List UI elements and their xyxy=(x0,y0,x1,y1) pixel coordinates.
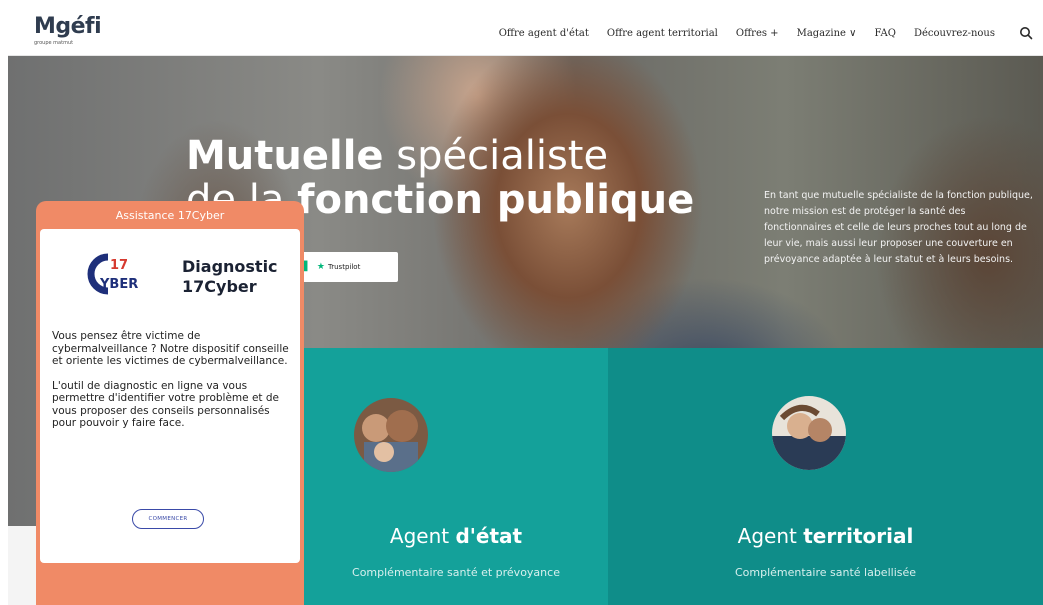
nav-faq[interactable]: FAQ xyxy=(874,28,896,39)
logo-tagline: groupe matmut xyxy=(34,40,74,46)
trustpilot-label: Trustpilot xyxy=(328,263,361,271)
nav-offres[interactable]: Offres + xyxy=(736,28,779,39)
card-agent-etat-subtitle: Complémentaire santé et prévoyance xyxy=(352,566,560,579)
trustpilot-widget[interactable]: ▌ ★ Trustpilot xyxy=(296,252,398,282)
card-agent-etat-title-light: Agent xyxy=(389,524,456,548)
popup-body: 17 YBER Diagnostic 17Cyber Vous pensez ê… xyxy=(40,229,300,563)
hero-title-bold-2: fonction publique xyxy=(297,177,695,223)
card-agent-etat[interactable]: Agent d'état Complémentaire santé et pré… xyxy=(304,348,608,605)
popup-text: Vous pensez être victime de cybermalveil… xyxy=(52,330,292,442)
agent-etat-photo xyxy=(354,398,428,472)
popup-header: Assistance 17Cyber xyxy=(115,209,225,222)
svg-text:YBER: YBER xyxy=(99,277,138,292)
popup-title: Diagnostic 17Cyber xyxy=(182,257,278,296)
hero-title-light-1: spécialiste xyxy=(383,133,609,179)
commencer-button[interactable]: COMMENCER xyxy=(132,509,204,529)
trustpilot-rating-icon: ▌ xyxy=(304,262,311,272)
logo-text: Mgéfi xyxy=(34,14,102,39)
nav-offre-agent-etat[interactable]: Offre agent d'état xyxy=(499,28,589,39)
nav-offre-agent-territorial[interactable]: Offre agent territorial xyxy=(607,28,718,39)
cyber-assistance-popup: Assistance 17Cyber 17 YBER Diagnostic 17… xyxy=(36,201,304,605)
hero-title-bold-1: Mutuelle xyxy=(186,133,384,179)
trustpilot-star-icon: ★ xyxy=(316,262,325,272)
agent-territorial-photo xyxy=(772,396,846,470)
site-header: Mgéfi groupe matmut Offre agent d'état O… xyxy=(8,10,1043,56)
mgefi-logo[interactable]: Mgéfi groupe matmut xyxy=(34,14,102,47)
page: Mgéfi groupe matmut Offre agent d'état O… xyxy=(8,10,1043,605)
card-agent-territorial-subtitle: Complémentaire santé labellisée xyxy=(734,566,917,579)
card-agent-territorial-title: Agent territorial xyxy=(608,524,1043,548)
card-agent-territorial-title-bold: territorial xyxy=(803,524,914,548)
svg-text:17: 17 xyxy=(110,258,128,273)
nav-magazine[interactable]: Magazine ∨ xyxy=(797,28,857,39)
hero-description: En tant que mutuelle spécialiste de la f… xyxy=(764,190,1033,265)
card-agent-territorial[interactable]: Agent territorial Complémentaire santé l… xyxy=(608,348,1043,605)
popup-paragraph-1: Vous pensez être victime de cybermalveil… xyxy=(52,330,289,367)
main-nav: Offre agent d'état Offre agent territori… xyxy=(481,10,1033,56)
card-agent-etat-title-bold: d'état xyxy=(455,524,523,548)
17cyber-logo: 17 YBER xyxy=(78,251,156,301)
popup-paragraph-2: L'outil de diagnostic en ligne va vous p… xyxy=(52,379,279,430)
search-icon[interactable] xyxy=(1019,26,1033,40)
card-agent-etat-title: Agent d'état xyxy=(304,524,608,548)
nav-decouvrez-nous[interactable]: Découvrez-nous xyxy=(914,28,995,39)
card-agent-territorial-title-light: Agent xyxy=(737,524,804,548)
